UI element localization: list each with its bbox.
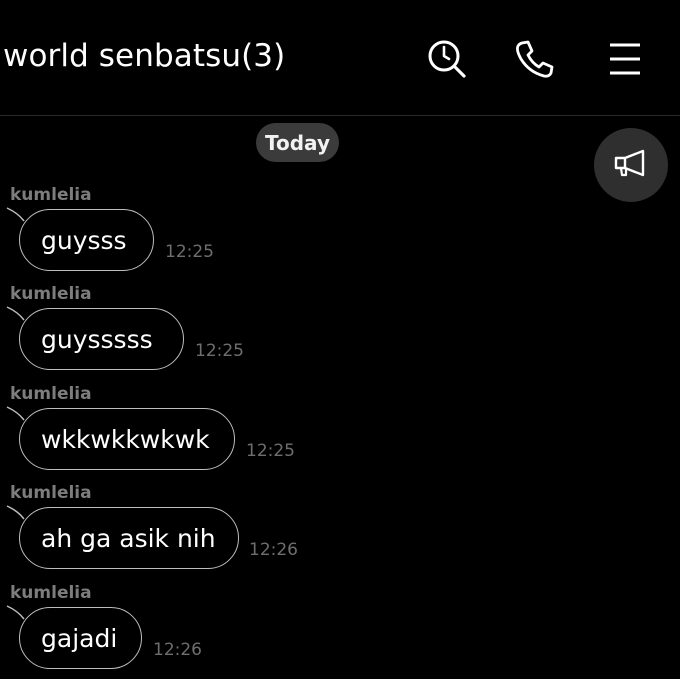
message-bubble[interactable]: wkkwkkwkwk (19, 408, 235, 470)
sender-name: kumlelia (10, 583, 92, 603)
megaphone-icon (613, 148, 649, 182)
chat-header: world senbatsu(3) (0, 0, 680, 116)
message-bubble[interactable]: ah ga asik nih (19, 507, 239, 569)
message-bubble[interactable]: guysssss (19, 308, 184, 370)
sender-name: kumlelia (10, 185, 92, 205)
date-divider: Today (256, 123, 339, 162)
menu-icon[interactable] (604, 38, 646, 80)
sender-name: kumlelia (10, 284, 92, 304)
message-row: kumlelia gajadi 12:26 (0, 583, 680, 679)
sender-name: kumlelia (10, 483, 92, 503)
sender-name: kumlelia (10, 384, 92, 404)
search-icon[interactable] (426, 38, 468, 80)
phone-icon[interactable] (513, 38, 555, 80)
chat-title[interactable]: world senbatsu(3) (3, 38, 285, 74)
message-bubble[interactable]: gajadi (19, 607, 142, 669)
message-row: kumlelia guysss 12:25 (0, 185, 680, 281)
message-bubble[interactable]: guysss (19, 209, 154, 271)
message-time: 12:25 (195, 341, 244, 361)
message-time: 12:26 (153, 640, 202, 660)
message-row: kumlelia ah ga asik nih 12:26 (0, 483, 680, 579)
message-row: kumlelia guysssss 12:25 (0, 284, 680, 380)
message-time: 12:26 (249, 540, 298, 560)
message-time: 12:25 (246, 441, 295, 461)
message-time: 12:25 (165, 242, 214, 262)
message-row: kumlelia wkkwkkwkwk 12:25 (0, 384, 680, 480)
